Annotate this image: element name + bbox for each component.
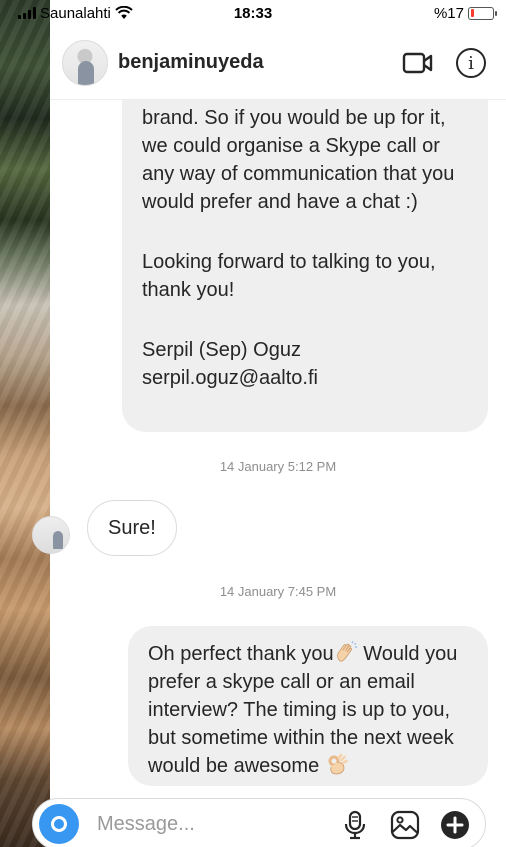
reply-message-bubble[interactable]: Sure! (87, 500, 177, 556)
clapping-hands-icon (336, 641, 357, 662)
message-text: Looking forward to talking to you, thank… (142, 251, 436, 301)
signature-email[interactable]: serpil.oguz@aalto.fi (142, 364, 468, 392)
chat-header: benjaminuyeda i (50, 26, 506, 100)
incoming-message-bubble[interactable]: brand. So if you would be up for it, we … (122, 60, 488, 432)
chat-screen: brand. So if you would be up for it, we … (32, 0, 506, 847)
video-call-icon[interactable] (402, 50, 434, 76)
carrier-group: Saunalahti (18, 5, 133, 22)
chat-username[interactable]: benjaminuyeda (118, 51, 264, 74)
battery-icon (468, 6, 497, 20)
battery-group: %17 (433, 4, 497, 22)
message-timestamp: 14 January 5:12 PM (219, 459, 337, 474)
background-photo-preview (0, 0, 50, 847)
status-bar: Saunalahti 18:33 %17 (0, 0, 506, 26)
camera-button[interactable] (39, 804, 79, 844)
message-text: Oh perfect thank you (148, 643, 334, 665)
ok-hand-icon (328, 753, 348, 775)
message-text: brand. So if you would be up for it, we … (142, 107, 455, 213)
message-timestamp: 14 January 7:45 PM (219, 584, 337, 599)
carrier-name: Saunalahti (40, 4, 111, 22)
gallery-icon[interactable] (389, 809, 421, 841)
battery-percent: %17 (433, 4, 464, 22)
message-input[interactable] (97, 812, 317, 836)
battery-fill (470, 9, 475, 17)
sender-avatar[interactable] (32, 516, 70, 554)
status-time: 18:33 (233, 4, 273, 22)
wifi-icon (115, 6, 133, 19)
plus-icon[interactable] (439, 809, 471, 841)
composer-actions (339, 809, 471, 841)
signature-name: Serpil (Sep) Oguz (142, 339, 301, 361)
info-icon[interactable]: i (456, 48, 486, 78)
microphone-icon[interactable] (339, 809, 371, 841)
outgoing-message-bubble[interactable]: Oh perfect thank you Would you prefer a … (128, 626, 488, 786)
signal-icon (18, 7, 36, 19)
camera-icon (51, 816, 67, 832)
header-actions: i (402, 48, 486, 78)
profile-avatar[interactable] (62, 39, 108, 86)
message-composer (32, 798, 486, 847)
